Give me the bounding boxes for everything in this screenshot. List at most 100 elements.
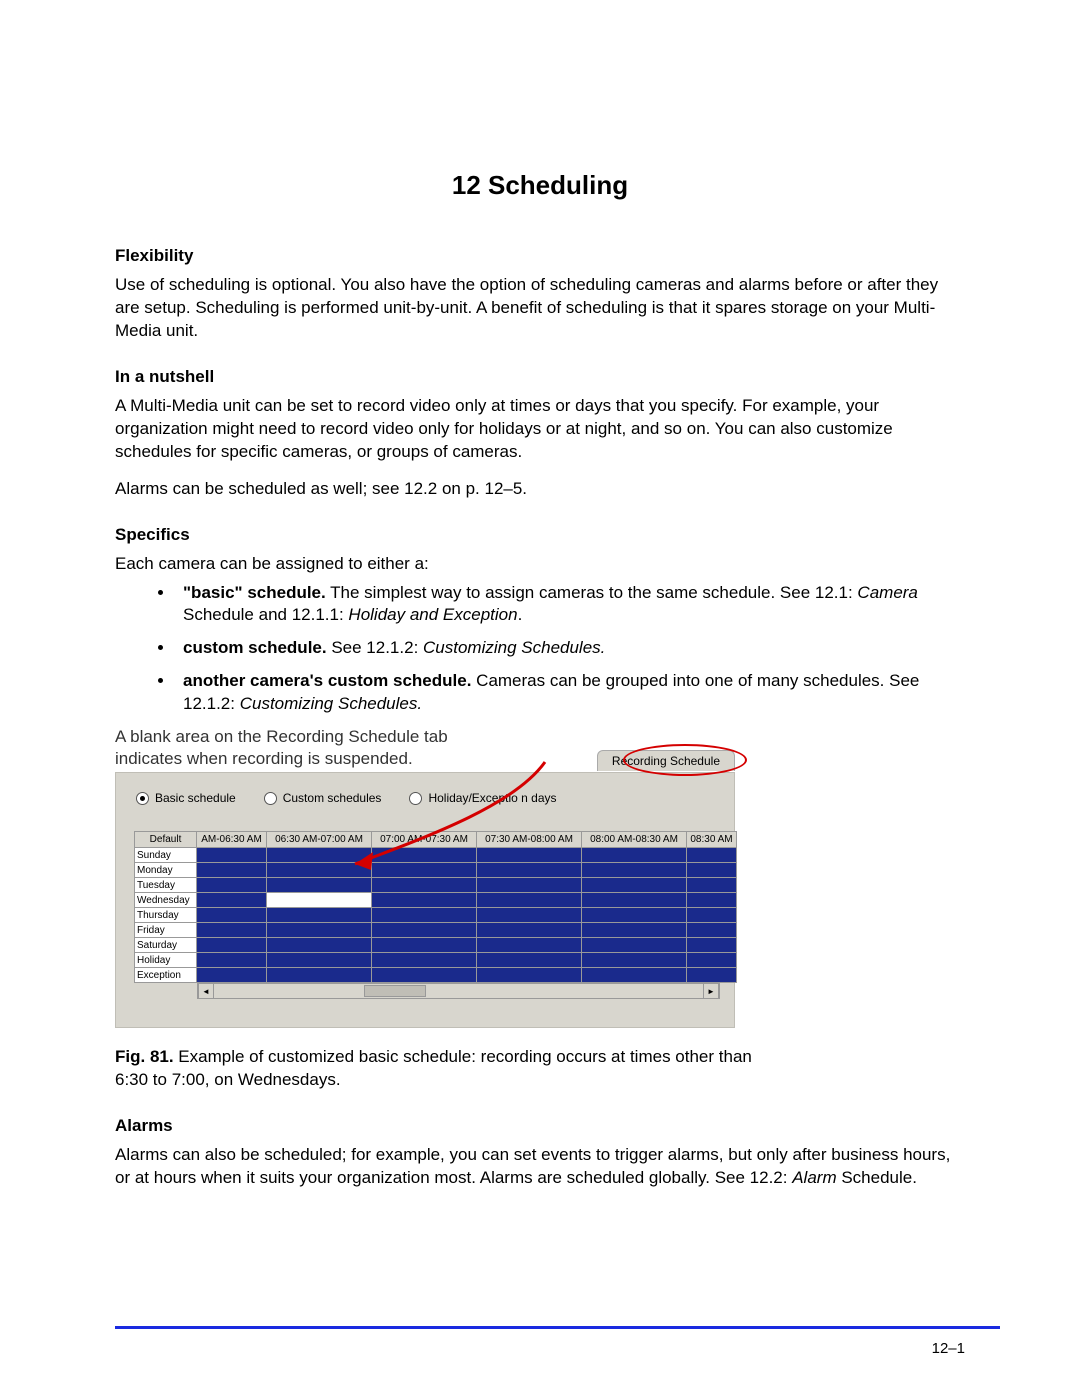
- bullet-basic: "basic" schedule. The simplest way to as…: [175, 582, 965, 628]
- schedule-cell[interactable]: [197, 878, 267, 893]
- schedule-cell[interactable]: [477, 953, 582, 968]
- schedule-cell[interactable]: [582, 968, 687, 983]
- schedule-cell[interactable]: [687, 938, 737, 953]
- schedule-cell[interactable]: [477, 878, 582, 893]
- radio-icon: [264, 792, 277, 805]
- chapter-title: 12 Scheduling: [115, 170, 965, 201]
- para-nutshell-1: A Multi-Media unit can be set to record …: [115, 395, 965, 464]
- table-row: Wednesday: [135, 893, 737, 908]
- bullet-em: Camera: [857, 583, 917, 602]
- col-time[interactable]: 06:30 AM-07:00 AM: [267, 832, 372, 848]
- radio-custom-schedules[interactable]: Custom schedules: [264, 791, 382, 805]
- schedule-cell[interactable]: [267, 878, 372, 893]
- schedule-cell[interactable]: [687, 953, 737, 968]
- schedule-cell[interactable]: [582, 878, 687, 893]
- schedule-cell[interactable]: [267, 953, 372, 968]
- bullet-text: The simplest way to assign cameras to th…: [326, 583, 858, 602]
- schedule-cell[interactable]: [687, 968, 737, 983]
- schedule-cell[interactable]: [372, 968, 477, 983]
- row-label: Holiday: [135, 953, 197, 968]
- tab-recording-schedule[interactable]: Recording Schedule: [597, 750, 735, 771]
- radio-label: Custom schedules: [283, 791, 382, 805]
- schedule-cell[interactable]: [372, 893, 477, 908]
- schedule-cell[interactable]: [477, 938, 582, 953]
- schedule-cell[interactable]: [372, 923, 477, 938]
- figure-note-line: A blank area on the Recording Schedule t…: [115, 727, 448, 746]
- col-time[interactable]: 07:30 AM-08:00 AM: [477, 832, 582, 848]
- bullet-another: another camera's custom schedule. Camera…: [175, 670, 965, 716]
- schedule-cell[interactable]: [267, 908, 372, 923]
- schedule-cell[interactable]: [687, 878, 737, 893]
- schedule-cell[interactable]: [687, 863, 737, 878]
- table-row: Saturday: [135, 938, 737, 953]
- radio-holiday-exception[interactable]: Holiday/Exceptio n days: [409, 791, 556, 805]
- bullet-lead: another camera's custom schedule.: [183, 671, 471, 690]
- figure-note-line: indicates when recording is suspended.: [115, 749, 413, 768]
- figure-81: A blank area on the Recording Schedule t…: [115, 726, 755, 1092]
- schedule-cell[interactable]: [267, 923, 372, 938]
- schedule-cell[interactable]: [582, 923, 687, 938]
- schedule-cell[interactable]: [582, 938, 687, 953]
- schedule-cell[interactable]: [372, 863, 477, 878]
- schedule-cell[interactable]: [267, 968, 372, 983]
- bullet-text: Schedule and 12.1.1:: [183, 605, 348, 624]
- col-time[interactable]: AM-06:30 AM: [197, 832, 267, 848]
- scroll-right-icon[interactable]: ►: [703, 984, 719, 998]
- horizontal-scrollbar[interactable]: ◄ ►: [197, 983, 720, 999]
- schedule-cell[interactable]: [267, 938, 372, 953]
- schedule-cell[interactable]: [197, 968, 267, 983]
- schedule-cell[interactable]: [197, 863, 267, 878]
- schedule-cell[interactable]: [372, 953, 477, 968]
- page-number: 12–1: [932, 1340, 965, 1357]
- schedule-cell[interactable]: [197, 953, 267, 968]
- scroll-left-icon[interactable]: ◄: [198, 984, 214, 998]
- schedule-cell[interactable]: [582, 908, 687, 923]
- schedule-cell[interactable]: [267, 848, 372, 863]
- row-label: Exception: [135, 968, 197, 983]
- schedule-cell[interactable]: [197, 893, 267, 908]
- bullet-em: Customizing Schedules.: [423, 638, 605, 657]
- radio-label: Holiday/Exceptio n days: [428, 791, 556, 805]
- radio-icon: [409, 792, 422, 805]
- caption-text: Example of customized basic schedule: re…: [115, 1047, 752, 1089]
- schedule-cell[interactable]: [197, 923, 267, 938]
- schedule-cell[interactable]: [477, 923, 582, 938]
- schedule-cell[interactable]: [267, 893, 372, 908]
- schedule-cell[interactable]: [477, 893, 582, 908]
- radio-basic-schedule[interactable]: Basic schedule: [136, 791, 236, 805]
- schedule-mode-radios: Basic schedule Custom schedules Holiday/…: [134, 791, 716, 805]
- schedule-cell[interactable]: [197, 938, 267, 953]
- schedule-cell[interactable]: [267, 863, 372, 878]
- schedule-cell[interactable]: [687, 848, 737, 863]
- schedule-cell[interactable]: [687, 908, 737, 923]
- schedule-cell[interactable]: [477, 863, 582, 878]
- figure-caption: Fig. 81. Example of customized basic sch…: [115, 1046, 755, 1092]
- schedule-cell[interactable]: [372, 848, 477, 863]
- schedule-cell[interactable]: [582, 863, 687, 878]
- col-time[interactable]: 08:00 AM-08:30 AM: [582, 832, 687, 848]
- schedule-cell[interactable]: [687, 893, 737, 908]
- bullet-em: Customizing Schedules.: [240, 694, 422, 713]
- table-row: Exception: [135, 968, 737, 983]
- bullet-lead: "basic" schedule.: [183, 583, 326, 602]
- schedule-cell[interactable]: [582, 953, 687, 968]
- schedule-cell[interactable]: [372, 908, 477, 923]
- schedule-cell[interactable]: [477, 848, 582, 863]
- schedule-cell[interactable]: [477, 908, 582, 923]
- scroll-thumb[interactable]: [364, 985, 426, 997]
- schedule-cell[interactable]: [687, 923, 737, 938]
- schedule-cell[interactable]: [197, 908, 267, 923]
- schedule-cell[interactable]: [372, 938, 477, 953]
- schedule-cell[interactable]: [582, 893, 687, 908]
- col-day[interactable]: Default: [135, 832, 197, 848]
- schedule-cell[interactable]: [372, 878, 477, 893]
- schedule-cell[interactable]: [477, 968, 582, 983]
- radio-icon: [136, 792, 149, 805]
- scroll-track[interactable]: [214, 984, 703, 998]
- row-label: Friday: [135, 923, 197, 938]
- schedule-cell[interactable]: [197, 848, 267, 863]
- para-em: Alarm: [792, 1168, 836, 1187]
- col-time[interactable]: 07:00 AM-07:30 AM: [372, 832, 477, 848]
- schedule-cell[interactable]: [582, 848, 687, 863]
- col-time[interactable]: 08:30 AM: [687, 832, 737, 848]
